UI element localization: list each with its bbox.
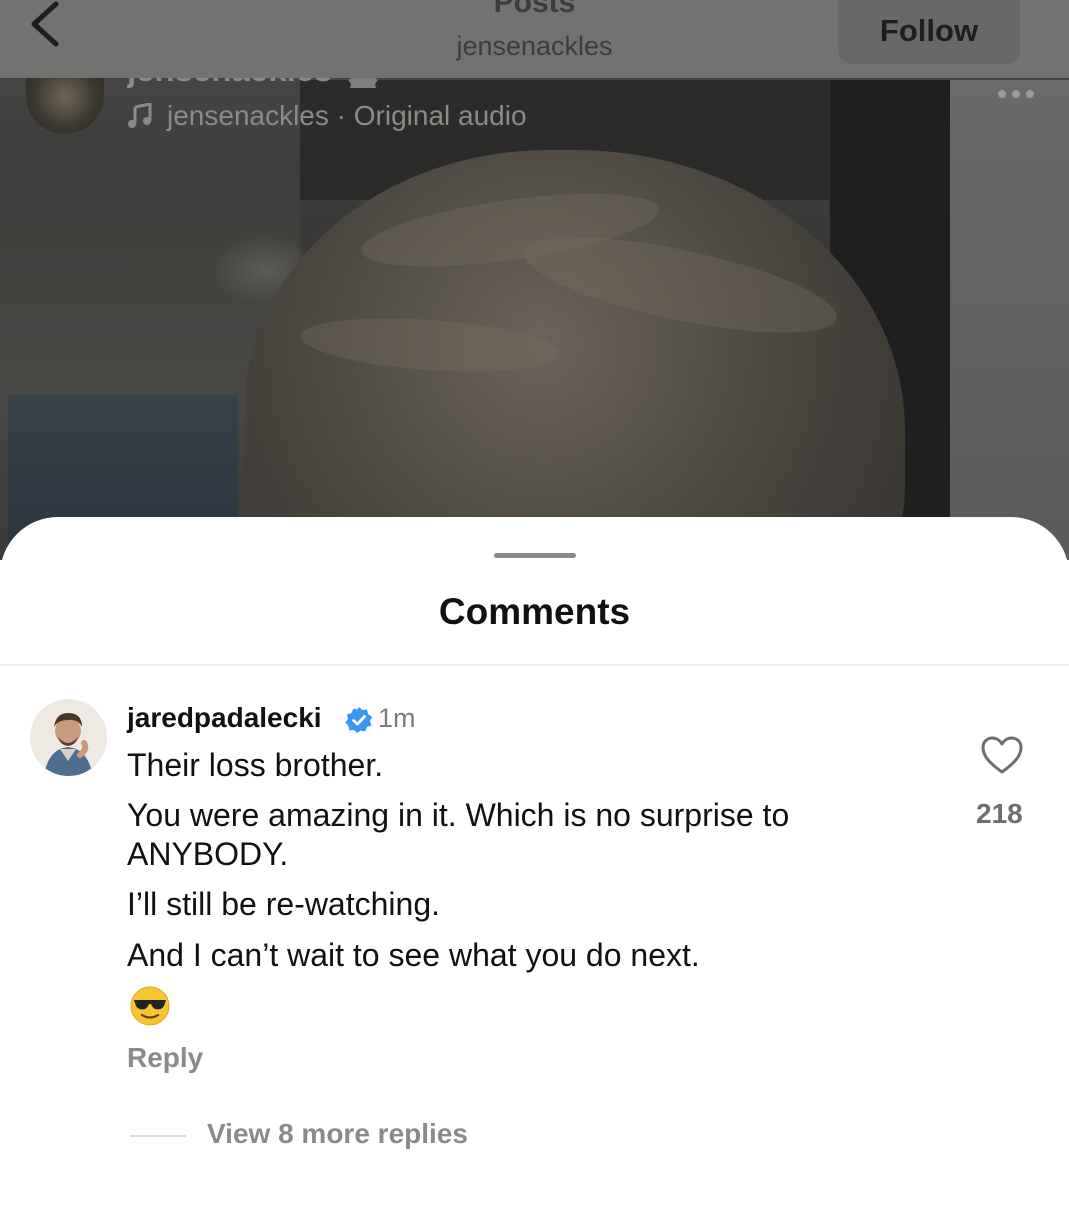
comment-text-line: ANYBODY.	[127, 836, 289, 872]
comments-title: Comments	[438, 591, 631, 632]
post-audio-text: jensenackles · Original audio	[167, 100, 527, 131]
top-navigation-bar: Posts jensenackles Follow	[0, 0, 1069, 78]
comment-text-line: And I can’t wait to see what you do next…	[127, 937, 700, 973]
more-options-icon[interactable]	[996, 86, 1036, 102]
commenter-avatar[interactable]	[30, 699, 107, 776]
divider	[0, 664, 1069, 666]
heart-icon[interactable]	[980, 735, 1024, 775]
comments-sheet: Comments jaredpadalecki 1m Their loss br…	[0, 517, 1069, 1217]
comment-text-line: You were amazing in it. Which is no surp…	[127, 797, 790, 833]
like-count: 218	[976, 798, 1023, 829]
view-more-replies-button[interactable]: View 8 more replies	[207, 1118, 468, 1150]
comment-text-line: Their loss brother.	[127, 747, 384, 783]
sheet-grab-handle[interactable]	[494, 553, 576, 558]
follow-button[interactable]: Follow	[838, 0, 1020, 64]
verified-badge-icon	[345, 707, 372, 733]
music-note-icon	[128, 103, 152, 128]
sunglasses-emoji-icon	[130, 986, 170, 1026]
post-audio-link[interactable]: jensenackles · Original audio	[127, 100, 527, 132]
avatar	[30, 699, 107, 776]
comment-timestamp: 1m	[378, 703, 416, 733]
commenter-username[interactable]: jaredpadalecki	[127, 702, 322, 734]
replies-divider	[130, 1135, 186, 1137]
comment-text-line: I’ll still be re-watching.	[127, 886, 440, 922]
background-wall-right	[950, 80, 1069, 560]
reply-button[interactable]: Reply	[127, 1042, 203, 1074]
